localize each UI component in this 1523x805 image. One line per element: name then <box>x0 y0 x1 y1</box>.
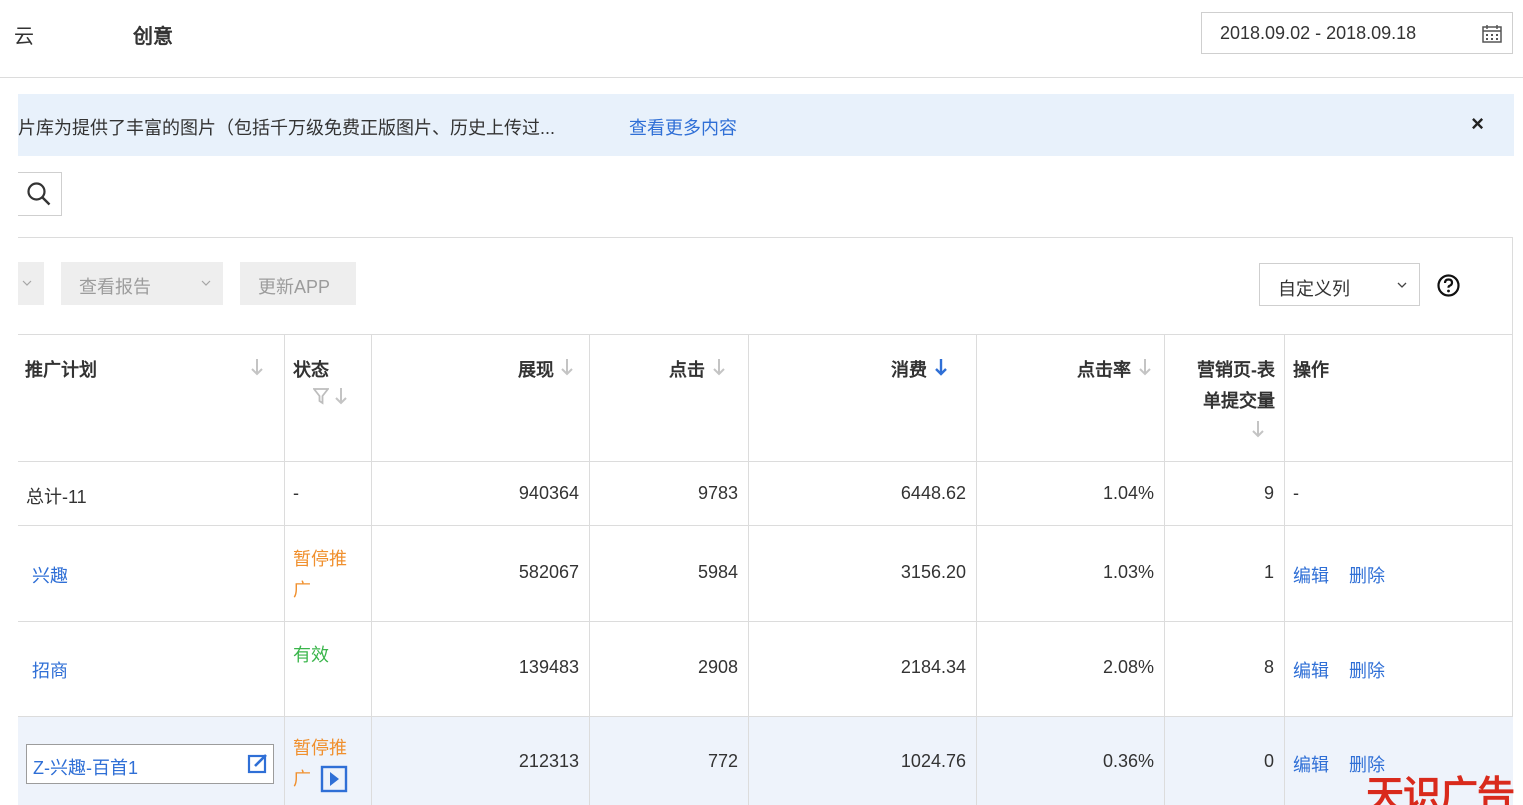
spend-value: 3156.20 <box>900 562 966 582</box>
ctr-value: 2.08% <box>1102 657 1154 677</box>
forms-value: 9 <box>1263 483 1274 503</box>
spend-value: 2184.34 <box>900 657 966 677</box>
play-icon[interactable] <box>320 765 348 793</box>
plan-name-link[interactable]: 兴趣 <box>32 562 68 588</box>
sort-arrow-icon[interactable] <box>560 357 574 377</box>
column-header-actions: 操作 <box>1285 335 1513 461</box>
column-header-ctr[interactable]: 点击率 <box>977 335 1165 461</box>
info-banner: 片库为提供了丰富的图片（包括千万级免费正版图片、历史上传过... 查看更多内容 … <box>18 94 1514 156</box>
edit-link[interactable]: 编辑 <box>1293 657 1329 683</box>
column-header-label: 点击率 <box>1077 360 1131 380</box>
custom-columns-select[interactable]: 自定义列 <box>1259 263 1420 306</box>
sort-arrow-icon[interactable] <box>1251 419 1265 439</box>
tab-previous[interactable]: 云 <box>14 20 34 49</box>
sort-arrow-icon[interactable] <box>334 386 348 406</box>
watermark-logo: 天识广告 <box>1366 775 1515 805</box>
filter-icon[interactable] <box>313 387 329 405</box>
edit-link[interactable]: 编辑 <box>1293 751 1329 777</box>
column-header-spend[interactable]: 消费 <box>749 335 977 461</box>
status-value: - <box>293 483 299 503</box>
delete-link[interactable]: 删除 <box>1349 562 1385 588</box>
close-icon[interactable]: × <box>1471 111 1484 137</box>
column-header-label: 状态 <box>293 360 329 380</box>
column-header-label: 推广计划 <box>25 360 97 380</box>
date-range-picker[interactable]: 2018.09.02 - 2018.09.18 <box>1201 12 1513 54</box>
spend-value: 6448.62 <box>900 483 966 503</box>
sort-arrow-icon[interactable] <box>250 357 264 377</box>
spend-value: 1024.76 <box>900 751 966 771</box>
ad-management-page: 云 创意 2018.09.02 - 2018.09.18 片库为提供了丰富的图片… <box>0 0 1523 805</box>
forms-value: 0 <box>1263 751 1274 771</box>
view-report-button[interactable]: 查看报告 <box>61 262 223 305</box>
status-badge: 暂停推 <box>293 549 347 569</box>
column-header-label: 营销页-表 <box>1197 360 1275 380</box>
status-badge: 暂停推 <box>293 738 347 758</box>
plan-name-link[interactable]: 招商 <box>32 657 68 683</box>
impressions-value: 139483 <box>518 657 579 677</box>
calendar-icon <box>1482 25 1502 43</box>
plan-name-input-value: Z-兴趣-百首1 <box>33 758 138 778</box>
forms-value: 8 <box>1263 657 1274 677</box>
tab-creative[interactable]: 创意 <box>133 20 173 49</box>
column-header-label: 操作 <box>1293 360 1329 380</box>
delete-link[interactable]: 删除 <box>1349 657 1385 683</box>
plan-name: 总计-11 <box>26 487 87 507</box>
ctr-value: 0.36% <box>1102 751 1154 771</box>
column-header-label: 点击 <box>669 360 705 380</box>
toolbar-dropdown-button[interactable] <box>18 262 44 305</box>
impressions-value: 940364 <box>518 483 579 503</box>
clicks-value: 772 <box>707 751 738 771</box>
banner-message: 片库为提供了丰富的图片（包括千万级免费正版图片、历史上传过... <box>18 118 555 138</box>
sort-arrow-icon[interactable] <box>1138 357 1152 377</box>
column-header-plan[interactable]: 推广计划 <box>18 335 285 461</box>
help-icon[interactable] <box>1437 274 1460 297</box>
custom-columns-label: 自定义列 <box>1278 279 1350 299</box>
column-header-status[interactable]: 状态 <box>285 335 372 461</box>
table-header-row: 推广计划 状态 展现 点击 消费 点击率 营销页-表 单提交量 操作 <box>18 335 1513 462</box>
search-button[interactable] <box>18 172 62 216</box>
top-header: 云 创意 2018.09.02 - 2018.09.18 <box>0 0 1523 78</box>
search-icon <box>27 182 51 206</box>
plan-name-input[interactable]: Z-兴趣-百首1 <box>26 744 274 784</box>
campaign-table: 推广计划 状态 展现 点击 消费 点击率 营销页-表 单提交量 操作 总计-11… <box>18 334 1513 805</box>
status-badge: 广 <box>293 580 311 600</box>
view-report-label: 查看报告 <box>79 277 151 297</box>
column-header-clicks[interactable]: 点击 <box>590 335 749 461</box>
actions-value: - <box>1293 483 1299 503</box>
table-panel: 查看报告 更新APP 自定义列 推广计划 状态 展现 点击 消费 点击率 营销页… <box>18 237 1513 805</box>
impressions-value: 582067 <box>518 562 579 582</box>
impressions-value: 212313 <box>518 751 579 771</box>
clicks-value: 2908 <box>697 657 738 677</box>
chevron-down-icon <box>201 280 211 286</box>
edit-link[interactable]: 编辑 <box>1293 562 1329 588</box>
update-app-button[interactable]: 更新APP <box>240 262 356 305</box>
ctr-value: 1.04% <box>1102 483 1154 503</box>
status-badge: 有效 <box>293 645 329 665</box>
table-row: 兴趣 暂停推 广 582067 5984 3156.20 1.03% 1 编辑 … <box>18 526 1513 622</box>
update-app-label: 更新APP <box>258 277 331 297</box>
forms-value: 1 <box>1263 562 1274 582</box>
edit-icon[interactable] <box>247 752 269 774</box>
clicks-value: 5984 <box>697 562 738 582</box>
status-badge: 广 <box>293 769 311 789</box>
table-row-total: 总计-11 - 940364 9783 6448.62 1.04% 9 - <box>18 462 1513 526</box>
sort-arrow-icon[interactable] <box>712 357 726 377</box>
ctr-value: 1.03% <box>1102 562 1154 582</box>
column-header-label: 单提交量 <box>1203 391 1275 411</box>
sort-arrow-active-icon[interactable] <box>934 357 948 377</box>
column-header-form-submissions[interactable]: 营销页-表 单提交量 <box>1165 335 1285 461</box>
table-row: 招商 有效 139483 2908 2184.34 2.08% 8 编辑 删除 <box>18 622 1513 717</box>
date-range-value: 2018.09.02 - 2018.09.18 <box>1220 23 1417 43</box>
column-header-label: 展现 <box>518 360 554 380</box>
clicks-value: 9783 <box>697 483 738 503</box>
view-more-link[interactable]: 查看更多内容 <box>629 114 737 140</box>
table-row-editing: Z-兴趣-百首1 暂停推 广 212313 772 1024.76 0.36% … <box>18 717 1513 805</box>
chevron-down-icon <box>1397 282 1407 288</box>
column-header-impressions[interactable]: 展现 <box>372 335 590 461</box>
chevron-down-icon <box>22 280 32 286</box>
column-header-label: 消费 <box>891 360 927 380</box>
